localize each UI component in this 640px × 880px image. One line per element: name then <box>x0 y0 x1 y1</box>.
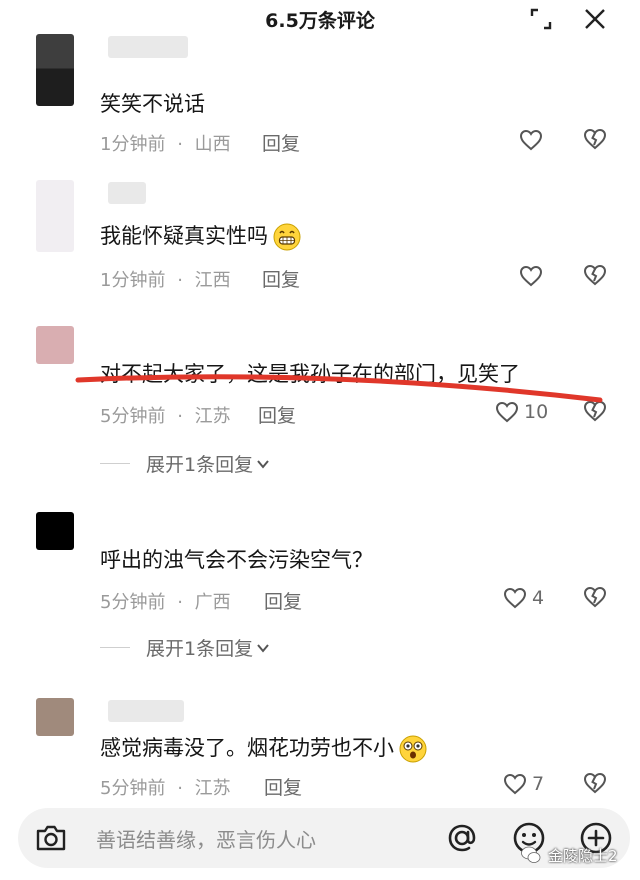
comment-item: 我能怀疑真实性吗 1分钟前 · 江西 回复 <box>0 180 640 310</box>
watermark-text: 金陵隐士2 <box>548 846 618 865</box>
meta-separator: · <box>177 270 183 291</box>
like-button[interactable] <box>518 262 544 290</box>
comment-input-placeholder[interactable]: 善语结善缘，恶言伤人心 <box>96 824 316 853</box>
meta-separator: · <box>177 406 183 427</box>
avatar[interactable] <box>36 512 74 550</box>
comment-input-bar: 善语结善缘，恶言伤人心 <box>0 798 640 880</box>
comment-meta: 1分钟前 · 江西 <box>100 266 231 292</box>
comment-location: 江苏 <box>194 406 231 427</box>
like-button[interactable]: 4 <box>502 584 544 612</box>
username-redacted[interactable] <box>108 36 188 58</box>
camera-icon[interactable] <box>34 822 68 854</box>
like-button[interactable] <box>518 126 544 154</box>
comment-item: 对不起大家了，这是我孙子在的部门，见笑了 5分钟前 · 江苏 回复 10 展开1… <box>0 326 640 476</box>
grinning-emoji-icon <box>273 223 301 251</box>
expand-replies-label: 展开1条回复 <box>146 638 254 660</box>
broken-heart-icon[interactable] <box>582 770 608 796</box>
comment-item: 呼出的浊气会不会污染空气？ 5分钟前 · 广西 回复 4 展开1条回复 <box>0 512 640 662</box>
comment-time: 1分钟前 <box>100 270 166 291</box>
chevron-down-icon <box>257 643 269 653</box>
meta-separator: · <box>177 592 183 613</box>
comment-location: 山西 <box>194 134 231 155</box>
wechat-logo-icon <box>521 846 541 863</box>
meta-separator: · <box>177 778 183 799</box>
heart-icon <box>519 129 543 151</box>
like-count: 7 <box>532 773 545 795</box>
reply-button[interactable]: 回复 <box>262 265 300 292</box>
username-redacted[interactable] <box>108 700 184 722</box>
comment-time: 5分钟前 <box>100 592 166 613</box>
comment-meta: 5分钟前 · 广西 <box>100 588 231 614</box>
close-icon[interactable] <box>582 6 608 32</box>
comment-text: 感觉病毒没了。烟花功劳也不小 <box>100 732 428 764</box>
avatar[interactable] <box>36 180 74 252</box>
comment-text-body: 感觉病毒没了。烟花功劳也不小 <box>100 736 394 760</box>
like-count: 4 <box>532 587 545 609</box>
like-button[interactable]: 10 <box>494 398 548 426</box>
expand-divider <box>100 463 130 464</box>
comment-location: 广西 <box>194 592 231 613</box>
comment-text: 笑笑不说话 <box>100 92 205 116</box>
reply-button[interactable]: 回复 <box>258 401 296 428</box>
username-redacted[interactable] <box>108 182 146 204</box>
watermark: 金陵隐士2 <box>520 844 618 866</box>
heart-icon <box>495 401 519 423</box>
comments-header: 6.5万条评论 <box>0 0 640 36</box>
collapse-icon[interactable] <box>528 6 554 32</box>
avatar[interactable] <box>36 34 74 106</box>
reply-button[interactable]: 回复 <box>264 773 302 800</box>
avatar[interactable] <box>36 326 74 364</box>
comment-meta: 5分钟前 · 江苏 <box>100 774 231 800</box>
comment-text: 呼出的浊气会不会污染空气？ <box>100 548 373 572</box>
broken-heart-icon[interactable] <box>582 262 608 288</box>
avatar[interactable] <box>36 698 74 736</box>
comment-item: 笑笑不说话 1分钟前 · 山西 回复 <box>0 34 640 164</box>
broken-heart-icon[interactable] <box>582 126 608 152</box>
broken-heart-icon[interactable] <box>582 584 608 610</box>
reply-button[interactable]: 回复 <box>264 587 302 614</box>
heart-icon <box>519 265 543 287</box>
comment-text: 我能怀疑真实性吗 <box>100 220 302 252</box>
comment-time: 5分钟前 <box>100 778 166 799</box>
comment-text-body: 我能怀疑真实性吗 <box>100 224 268 248</box>
comment-text: 对不起大家了，这是我孙子在的部门，见笑了 <box>100 362 520 386</box>
dizzy-face-emoji-icon <box>399 735 427 763</box>
expand-replies-button[interactable]: 展开1条回复 <box>100 450 271 477</box>
expand-replies-button[interactable]: 展开1条回复 <box>100 634 271 661</box>
comment-time: 5分钟前 <box>100 406 166 427</box>
heart-icon <box>503 587 527 609</box>
chevron-down-icon <box>257 459 269 469</box>
reply-button[interactable]: 回复 <box>262 129 300 156</box>
comment-meta: 5分钟前 · 江苏 <box>100 402 231 428</box>
expand-divider <box>100 647 130 648</box>
comment-item: 感觉病毒没了。烟花功劳也不小 5分钟前 · 江苏 回复 7 <box>0 698 640 800</box>
meta-separator: · <box>177 134 183 155</box>
like-count: 10 <box>524 401 549 423</box>
comment-meta: 1分钟前 · 山西 <box>100 130 231 156</box>
expand-replies-label: 展开1条回复 <box>146 454 254 476</box>
comment-location: 江苏 <box>194 778 231 799</box>
comment-time: 1分钟前 <box>100 134 166 155</box>
comment-location: 江西 <box>194 270 231 291</box>
heart-icon <box>503 773 527 795</box>
broken-heart-icon[interactable] <box>582 398 608 424</box>
at-icon[interactable] <box>444 820 480 856</box>
like-button[interactable]: 7 <box>502 770 544 798</box>
